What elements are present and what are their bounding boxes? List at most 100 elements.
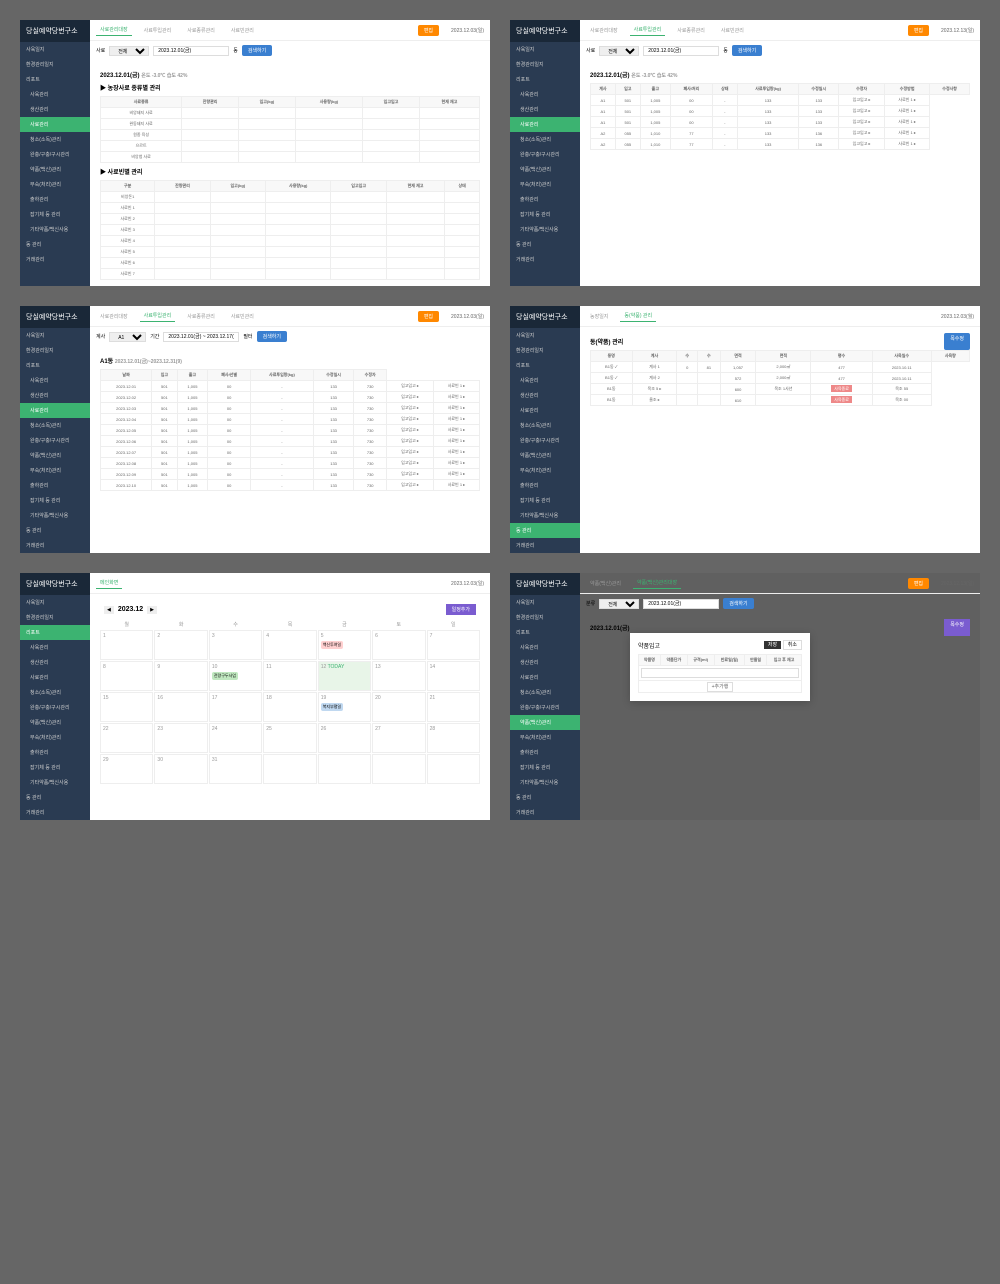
nav-item[interactable]: 약품(백신)관리: [510, 448, 580, 463]
calendar-cell[interactable]: 26: [318, 723, 371, 753]
nav-item[interactable]: 완충/구충/구시관리: [510, 700, 580, 715]
nav-item[interactable]: 리포트: [20, 625, 90, 640]
calendar-cell[interactable]: 10전량구두사업: [209, 661, 262, 691]
calendar-cell[interactable]: 14: [427, 661, 480, 691]
nav-item[interactable]: 부숙(처리)관리: [20, 730, 90, 745]
nav-item[interactable]: 기타약품/백신사용: [20, 222, 90, 237]
nav-item[interactable]: 환경관리일지: [510, 610, 580, 625]
nav-item[interactable]: 청소(소독)관리: [510, 132, 580, 147]
calendar-cell[interactable]: 8: [100, 661, 153, 691]
nav-item[interactable]: 사육관리: [510, 373, 580, 388]
nav-item[interactable]: 리포트: [20, 358, 90, 373]
nav-item[interactable]: 사육관리: [20, 87, 90, 102]
nav-item[interactable]: 잡기체 등 관리: [20, 760, 90, 775]
calendar-cell[interactable]: 13: [372, 661, 425, 691]
calendar-cell[interactable]: 12 TODAY: [318, 661, 371, 691]
nav-item[interactable]: 청소(소독)관리: [20, 132, 90, 147]
nav-item[interactable]: 생산관리: [510, 388, 580, 403]
calendar-cell[interactable]: 2: [154, 630, 207, 660]
calendar-cell[interactable]: 9: [154, 661, 207, 691]
nav-item[interactable]: 리포트: [510, 625, 580, 640]
nav-item[interactable]: 부숙(처리)관리: [510, 177, 580, 192]
nav-item[interactable]: 부숙(처리)관리: [510, 730, 580, 745]
calendar-cell[interactable]: 15: [100, 692, 153, 722]
calendar-cell[interactable]: 7: [427, 630, 480, 660]
nav-item[interactable]: 사료관리: [20, 670, 90, 685]
calendar-cell[interactable]: [318, 754, 371, 784]
nav-item[interactable]: 완충/구충/구시관리: [20, 700, 90, 715]
nav-item[interactable]: 거래관리: [510, 538, 580, 553]
nav-item[interactable]: 잡기체 등 관리: [510, 760, 580, 775]
nav-item[interactable]: 사육관리: [510, 640, 580, 655]
nav-item[interactable]: 기타약품/백신사용: [510, 508, 580, 523]
nav-item[interactable]: 사육일지: [20, 328, 90, 343]
prev-month[interactable]: ◀: [104, 606, 114, 614]
nav-item[interactable]: 출하관리: [20, 192, 90, 207]
nav-item[interactable]: 사육일지: [510, 328, 580, 343]
nav-item[interactable]: 환경관리일지: [20, 343, 90, 358]
calendar-cell[interactable]: 17: [209, 692, 262, 722]
nav-item[interactable]: 사료관리: [20, 117, 90, 132]
nav-item[interactable]: 거래관리: [20, 252, 90, 267]
calendar-cell[interactable]: [372, 754, 425, 784]
calendar-cell[interactable]: 23: [154, 723, 207, 753]
nav-item[interactable]: 부숙(처리)관리: [20, 463, 90, 478]
nav-item[interactable]: 거래관리: [510, 252, 580, 267]
nav-item[interactable]: 동 관리: [20, 523, 90, 538]
nav-item[interactable]: 거래관리: [20, 805, 90, 820]
tab[interactable]: 사료빈관리: [227, 25, 258, 36]
nav-item[interactable]: 환경관리일지: [20, 610, 90, 625]
nav-item[interactable]: 거래관리: [510, 805, 580, 820]
edit-button[interactable]: 편집: [418, 25, 439, 36]
nav-item[interactable]: 청소(소독)관리: [20, 685, 90, 700]
nav-item[interactable]: 기타약품/백신사용: [510, 222, 580, 237]
cancel-button[interactable]: 취소: [783, 640, 802, 650]
calendar-cell[interactable]: 16: [154, 692, 207, 722]
nav-item[interactable]: 출하관리: [20, 745, 90, 760]
calendar-cell[interactable]: 25: [263, 723, 316, 753]
nav-item[interactable]: 사육관리: [20, 373, 90, 388]
nav-item[interactable]: 기타약품/백신사용: [20, 775, 90, 790]
calendar-cell[interactable]: [427, 754, 480, 784]
nav-item[interactable]: 사료관리: [20, 403, 90, 418]
add-row[interactable]: +추가행: [707, 682, 734, 692]
calendar-cell[interactable]: 18: [263, 692, 316, 722]
calendar-cell[interactable]: 3: [209, 630, 262, 660]
nav-item[interactable]: 사료관리: [510, 117, 580, 132]
calendar-cell[interactable]: 30: [154, 754, 207, 784]
calendar-cell[interactable]: 24: [209, 723, 262, 753]
save-button[interactable]: 저장: [764, 641, 781, 649]
tab[interactable]: 사료관리대장: [96, 24, 132, 36]
nav-item[interactable]: 사육일지: [20, 595, 90, 610]
tab[interactable]: 사료투입관리: [140, 25, 176, 36]
calendar-cell[interactable]: 4: [263, 630, 316, 660]
nav-item[interactable]: 약품(백신)관리: [510, 715, 580, 730]
nav-item[interactable]: 출하관리: [510, 192, 580, 207]
nav-item[interactable]: 약품(백신)관리: [510, 162, 580, 177]
nav-item[interactable]: 생산관리: [510, 655, 580, 670]
tab[interactable]: 사료종류관리: [183, 25, 219, 36]
calendar-cell[interactable]: 5백신투여일: [318, 630, 371, 660]
nav-item[interactable]: 리포트: [510, 358, 580, 373]
nav-item[interactable]: 사육일지: [20, 42, 90, 57]
nav-item[interactable]: 환경관리일지: [20, 57, 90, 72]
nav-item[interactable]: 환경관리일지: [510, 57, 580, 72]
nav-item[interactable]: 완충/구충/구시관리: [20, 147, 90, 162]
calendar-cell[interactable]: 6: [372, 630, 425, 660]
calendar-cell[interactable]: 28: [427, 723, 480, 753]
nav-item[interactable]: 약품(백신)관리: [20, 448, 90, 463]
nav-item[interactable]: 완충/구충/구시관리: [510, 433, 580, 448]
nav-item[interactable]: 리포트: [510, 72, 580, 87]
calendar-cell[interactable]: 31: [209, 754, 262, 784]
nav-item[interactable]: 완충/구충/구시관리: [510, 147, 580, 162]
nav-item[interactable]: 출하관리: [20, 478, 90, 493]
calendar-cell[interactable]: 11: [263, 661, 316, 691]
next-month[interactable]: ▶: [147, 606, 157, 614]
calendar-cell[interactable]: [263, 754, 316, 784]
search-button[interactable]: 검색하기: [242, 45, 272, 56]
nav-item[interactable]: 사육관리: [510, 87, 580, 102]
calendar-cell[interactable]: 20: [372, 692, 425, 722]
nav-item[interactable]: 잡기체 등 관리: [20, 207, 90, 222]
nav-item[interactable]: 약품(백신)관리: [20, 162, 90, 177]
nav-item[interactable]: 청소(소독)관리: [510, 418, 580, 433]
